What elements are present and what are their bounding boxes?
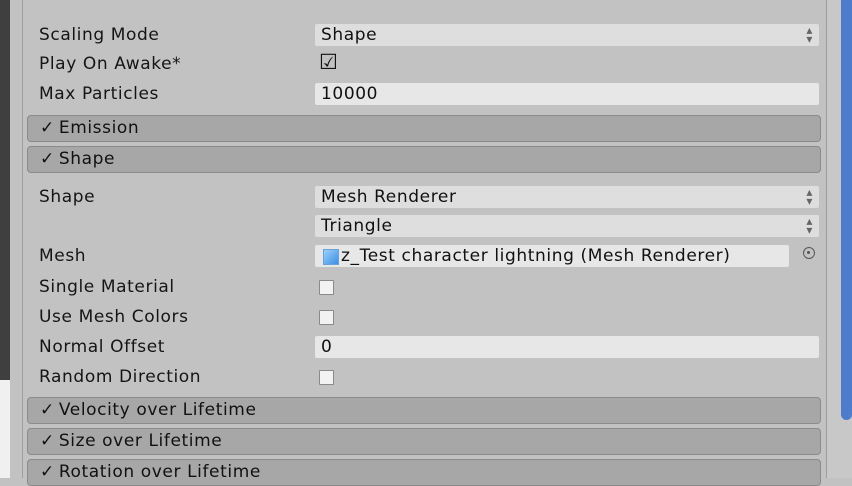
max-particles-value: 10000 [321,84,379,104]
random-direction-checkbox[interactable] [319,370,334,385]
vertical-scrollbar-thumb[interactable] [841,0,852,420]
dropdown-arrows-icon: ▴ ▾ [806,23,813,46]
size-checkmark-icon[interactable]: ✓ [40,431,55,451]
use-mesh-colors-checkbox[interactable] [319,310,334,325]
normal-offset-label: Normal Offset [39,337,166,357]
mesh-type-value: Triangle [321,216,393,236]
use-mesh-colors-row: Use Mesh Colors [23,303,823,331]
normal-offset-row: Normal Offset 0 [23,333,823,361]
mesh-type-dropdown[interactable]: Triangle ▴ ▾ [315,215,819,237]
scaling-mode-row: Scaling Mode Shape ▴ ▾ [23,21,823,49]
play-on-awake-label: Play On Awake* [39,54,182,74]
object-picker-target-icon[interactable] [803,247,815,259]
scaling-mode-label: Scaling Mode [39,25,160,45]
emission-module-header[interactable]: ✓ Emission [27,115,821,142]
dropdown-arrows-icon: ▴ ▾ [806,185,813,208]
size-module-title: ✓ Size over Lifetime [40,431,222,451]
size-title-text: Size over Lifetime [58,431,223,451]
shape-title-text: Shape [58,149,116,169]
velocity-checkmark-icon[interactable]: ✓ [40,400,55,420]
shape-type-dropdown[interactable]: Mesh Renderer ▴ ▾ [315,186,819,208]
emission-checkmark-icon[interactable]: ✓ [40,118,55,138]
shape-module-header[interactable]: ✓ Shape [27,146,821,173]
shape-checkmark-icon[interactable]: ✓ [40,149,55,169]
play-on-awake-row: Play On Awake* ☑ [23,50,823,78]
normal-offset-value: 0 [321,337,333,357]
max-particles-label: Max Particles [39,84,160,104]
left-dock-edge [0,0,10,478]
single-material-row: Single Material [23,273,823,301]
shape-module-title: ✓ Shape [40,149,115,169]
use-mesh-colors-label: Use Mesh Colors [39,307,189,327]
mesh-object-value: z_Test character lightning (Mesh Rendere… [341,246,731,266]
max-particles-field[interactable]: 10000 [315,83,819,105]
rotation-module-title: ✓ Rotation over Lifetime [40,462,261,482]
velocity-module-title: ✓ Velocity over Lifetime [40,400,257,420]
random-direction-row: Random Direction [23,363,823,391]
rotation-title-text: Rotation over Lifetime [58,462,261,482]
mesh-type-row: Triangle ▴ ▾ [23,212,823,240]
emission-module-title: ✓ Emission [40,118,139,138]
dropdown-arrows-icon: ▴ ▾ [806,214,813,237]
size-module-header[interactable]: ✓ Size over Lifetime [27,428,821,455]
rotation-checkmark-icon[interactable]: ✓ [40,462,55,482]
left-dock-lip [0,380,10,478]
emission-title-text: Emission [58,118,140,138]
max-particles-row: Max Particles 10000 [23,80,823,108]
velocity-title-text: Velocity over Lifetime [58,400,257,420]
shape-type-value: Mesh Renderer [321,187,457,207]
random-direction-label: Random Direction [39,367,202,387]
mesh-object-field[interactable]: z_Test character lightning (Mesh Rendere… [315,245,789,267]
velocity-module-header[interactable]: ✓ Velocity over Lifetime [27,397,821,424]
mesh-row: Mesh z_Test character lightning (Mesh Re… [23,242,823,270]
single-material-checkbox[interactable] [319,280,334,295]
simulation-space-row-partial [23,0,823,12]
scaling-mode-dropdown[interactable]: Shape ▴ ▾ [315,24,819,46]
particle-system-inspector: Scaling Mode Shape ▴ ▾ Play On Awake* ☑ M… [22,0,827,486]
mesh-icon [323,249,339,265]
shape-type-label: Shape [39,187,96,207]
scaling-mode-value: Shape [321,25,378,45]
shape-type-row: Shape Mesh Renderer ▴ ▾ [23,183,823,211]
mesh-label: Mesh [39,246,87,266]
normal-offset-field[interactable]: 0 [315,336,819,358]
rotation-module-header[interactable]: ✓ Rotation over Lifetime [27,459,821,486]
play-on-awake-checkbox[interactable]: ☑ [319,50,338,74]
single-material-label: Single Material [39,277,175,297]
